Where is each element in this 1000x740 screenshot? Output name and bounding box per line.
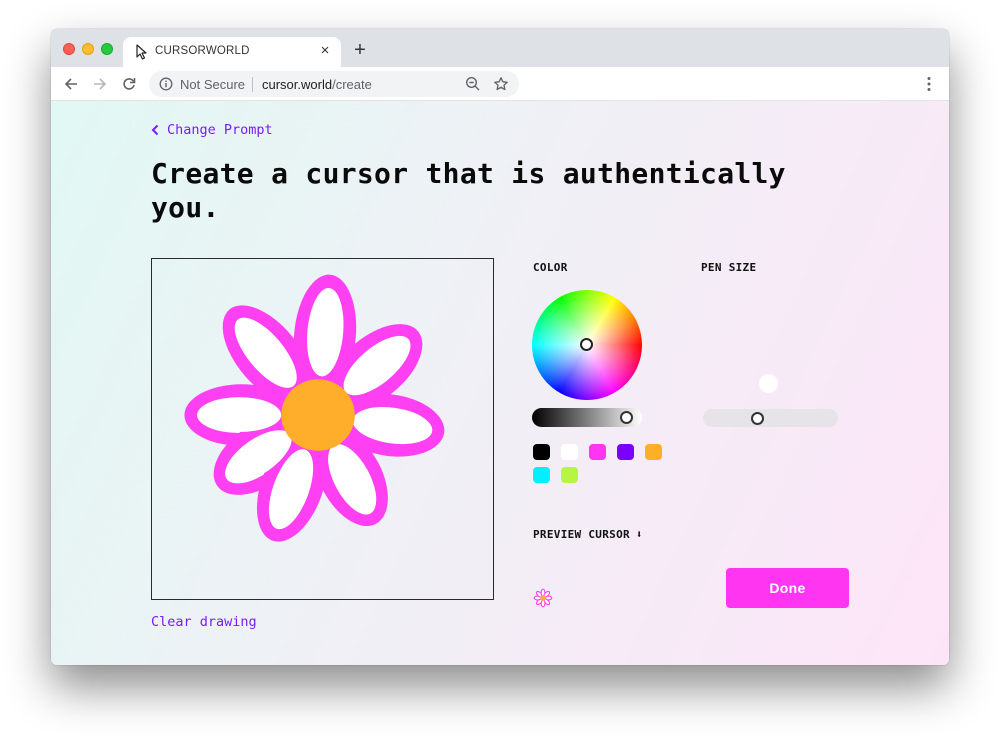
close-tab-icon[interactable]: × [317, 43, 333, 59]
arrow-down-icon: ⬇ [635, 528, 643, 541]
info-icon[interactable] [159, 77, 173, 91]
chevron-left-icon [151, 124, 159, 136]
page-title: Create a cursor that is authentically yo… [151, 157, 786, 224]
pen-size-slider-handle[interactable] [751, 411, 765, 425]
tab-strip: CURSORWORLD × + [51, 29, 949, 67]
color-swatch[interactable] [589, 444, 606, 460]
back-button[interactable] [60, 73, 82, 95]
color-swatches [533, 444, 669, 483]
flower-drawing [184, 274, 445, 542]
change-prompt-link[interactable]: Change Prompt [151, 122, 273, 138]
color-swatch[interactable] [561, 467, 578, 483]
flower-petal-fill [197, 398, 282, 432]
minimize-window-button[interactable] [82, 43, 94, 55]
browser-window: CURSORWORLD × + Not Secure cursor.world/… [51, 29, 949, 665]
url-host: cursor.world [262, 77, 333, 92]
clear-drawing-link[interactable]: Clear drawing [151, 614, 257, 630]
tab-title: CURSORWORLD [155, 45, 250, 57]
color-swatch[interactable] [645, 444, 662, 460]
reload-icon [123, 78, 136, 90]
color-swatch[interactable] [533, 444, 550, 460]
url-path: /create [332, 77, 372, 92]
omnibox-divider [252, 77, 253, 92]
color-swatch[interactable] [617, 444, 634, 460]
browser-toolbar: Not Secure cursor.world/create [51, 67, 949, 101]
color-swatch[interactable] [533, 467, 550, 483]
pen-size-label: PEN SIZE [701, 261, 757, 274]
forward-button[interactable] [89, 73, 111, 95]
brightness-slider-handle[interactable] [619, 411, 633, 424]
page-content: Change Prompt Create a cursor that is au… [51, 101, 949, 665]
preview-cursor-label: PREVIEW CURSOR ⬇ [533, 528, 643, 541]
preview-cursor-flower-icon [533, 588, 553, 608]
arrow-right-icon [94, 78, 107, 90]
color-swatch[interactable] [561, 444, 578, 460]
preview-cursor-text: PREVIEW CURSOR [533, 528, 630, 541]
brightness-slider[interactable] [532, 408, 642, 427]
close-window-button[interactable] [63, 43, 75, 55]
zoom-out-icon[interactable] [465, 76, 481, 92]
drawing-canvas[interactable] [151, 258, 494, 600]
cursor-arrow-icon [136, 44, 147, 60]
maximize-window-button[interactable] [101, 43, 113, 55]
security-status: Not Secure [180, 77, 246, 92]
pen-size-preview [759, 374, 778, 393]
bookmark-star-icon[interactable] [493, 76, 509, 92]
new-tab-button[interactable]: + [351, 40, 369, 60]
change-prompt-label: Change Prompt [167, 122, 273, 138]
pen-size-slider[interactable] [703, 409, 838, 427]
color-wheel-handle[interactable] [580, 338, 593, 351]
arrow-left-icon [64, 78, 77, 90]
color-label: COLOR [533, 261, 568, 274]
tab-cursorworld[interactable]: CURSORWORLD × [123, 37, 341, 67]
address-bar[interactable]: Not Secure cursor.world/create [149, 71, 519, 97]
color-wheel[interactable] [532, 290, 642, 400]
more-menu-icon[interactable] [921, 75, 937, 93]
reload-button[interactable] [118, 73, 140, 95]
done-button[interactable]: Done [726, 568, 849, 608]
url-text[interactable]: cursor.world/create [262, 77, 372, 92]
flower-center [281, 379, 355, 451]
